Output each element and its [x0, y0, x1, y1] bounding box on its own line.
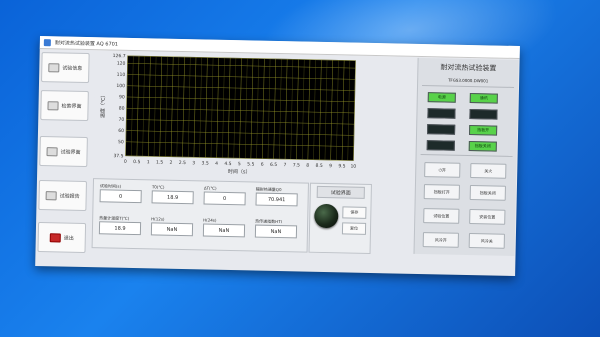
gear-icon	[46, 146, 58, 156]
start-stop-button[interactable]	[314, 203, 339, 229]
field-value: NaN	[202, 223, 246, 238]
install-position-button[interactable]: 安装位置	[469, 209, 506, 225]
test-screen-label: 试验界面	[60, 148, 81, 156]
x-tick-label: 4.5	[224, 161, 231, 167]
x-axis-label: 时间（s）	[228, 168, 251, 175]
x-tick-label: 9	[329, 163, 332, 169]
field-value: 0	[99, 189, 142, 204]
x-tick-label: 5	[238, 161, 241, 167]
test-info-button[interactable]: 试验信息	[41, 52, 90, 84]
x-tick-label: 7	[283, 162, 286, 168]
indicator-shutter-closed: 挡板关闭	[468, 141, 497, 152]
x-tick-label: 3	[192, 160, 195, 166]
cooling-off-button[interactable]: 风冷关	[468, 233, 505, 249]
test-screen-button[interactable]: 试验界面	[39, 136, 88, 168]
search-icon	[47, 100, 59, 110]
test-position-button[interactable]: 试验位置	[423, 208, 460, 224]
indicator-comm: 通讯	[469, 93, 498, 104]
shutter-close-button[interactable]: 挡板关闭	[469, 185, 506, 201]
x-tick-label: 3.5	[202, 160, 209, 166]
indicator-5	[427, 124, 456, 135]
y-tick-label: 37.5	[113, 153, 123, 159]
y-tick-label: 110	[117, 72, 126, 78]
ignite-button[interactable]: ⏻ 开	[424, 162, 461, 178]
x-tick-label: 5.5	[247, 161, 254, 167]
field-value: 0	[203, 191, 246, 206]
shutter-open-button[interactable]: 挡板打开	[423, 184, 460, 200]
app-icon	[43, 38, 51, 46]
x-tick-label: 8	[306, 163, 309, 169]
y-tick-label: 126.7	[113, 53, 126, 59]
field-value: 70.941	[255, 192, 298, 207]
field-q0: 辐射热通量Q0 70.941	[255, 187, 299, 207]
x-tick-label: 1.5	[156, 159, 163, 165]
x-tick-label: 2	[169, 160, 172, 166]
x-tick-label: 6	[261, 162, 264, 168]
y-tick-label: 100	[116, 83, 125, 89]
indicator-3	[427, 108, 456, 119]
printer-icon	[45, 190, 57, 200]
x-tick-label: 4	[215, 161, 218, 167]
data-panel: 试验时间(s) 0 T0(℃) 18.9 ΔT(℃) 0 辐射热通量Q0 70.…	[91, 178, 309, 253]
app-window: 耐对流热试验装置 AQ 6701 试验信息 检索界面 试验界面 试验报告 退出 …	[35, 36, 520, 277]
y-axis-label: 温度（℃）	[99, 92, 107, 118]
divider	[420, 153, 513, 157]
window-title: 耐对流热试验装置 AQ 6701	[54, 39, 119, 48]
y-tick-label: 60	[118, 128, 124, 134]
x-tick-label: 9.5	[338, 163, 345, 169]
x-tick-label: 0.5	[133, 159, 140, 165]
field-delta-t: ΔT(℃) 0	[203, 185, 248, 206]
x-tick-label: 10	[350, 164, 356, 170]
field-h24: H(24s) NaN	[202, 217, 247, 238]
ignite-label: 开	[441, 166, 446, 173]
save-button[interactable]: 保存	[342, 206, 367, 219]
x-tick-label: 6.5	[270, 162, 277, 168]
indicator-power: 电源	[427, 92, 456, 103]
device-panel: 耐对流热试验装置 TFGS3.0000.DW001 电源 通讯 挡板开 挡板关闭…	[413, 57, 519, 256]
field-value: 18.9	[98, 221, 142, 236]
control-panel-title: 试验界面	[316, 185, 365, 199]
temperature-chart: 0 0.5 1 1.5 2 2.5 3 3.5 4 4.5 5 5.5 6 6.5 7 7.5 8 8.5 9 9.5…	[93, 51, 364, 181]
x-tick-label: 8.5	[315, 163, 322, 169]
field-value: NaN	[150, 222, 194, 237]
document-icon	[48, 62, 60, 72]
x-tick-label: 0	[124, 159, 127, 165]
exit-icon	[49, 232, 61, 242]
exit-button[interactable]: 退出	[37, 222, 87, 253]
field-test-time: 试验时间(s) 0	[99, 183, 144, 204]
test-info-label: 试验信息	[62, 64, 83, 72]
left-nav: 试验信息 检索界面 试验界面 试验报告 退出	[37, 50, 92, 253]
divider	[422, 85, 515, 88]
y-tick-label: 90	[119, 94, 125, 100]
indicator-7	[426, 140, 455, 151]
device-model: TFGS3.0000.DW001	[447, 77, 489, 83]
y-tick-label: 70	[118, 117, 124, 123]
x-tick-label: 7.5	[293, 162, 300, 168]
search-label: 检索界面	[61, 102, 82, 110]
report-label: 试验报告	[59, 192, 80, 200]
reset-button[interactable]: 复位	[341, 222, 367, 235]
extinguish-button[interactable]: 关火	[470, 163, 507, 179]
search-button[interactable]: 检索界面	[40, 90, 89, 122]
field-t0: T0(℃) 18.9	[151, 184, 196, 205]
report-button[interactable]: 试验报告	[38, 180, 87, 212]
indicator-4	[469, 109, 498, 120]
field-hti: 热传递指数HTI NaN	[254, 219, 299, 239]
x-tick-label: 2.5	[179, 160, 186, 166]
device-title: 耐对流热试验装置	[440, 63, 497, 73]
field-value: 18.9	[151, 190, 194, 205]
chart-svg: 0 0.5 1 1.5 2 2.5 3 3.5 4 4.5 5 5.5 6 6.5 7 7.5 8 8.5 9 9.5…	[99, 53, 356, 175]
cooling-on-button[interactable]: 风冷开	[422, 232, 459, 248]
field-calorimeter-temp: 热量计温度T(℃) 18.9	[98, 215, 143, 236]
y-tick-label: 80	[119, 106, 125, 112]
control-panel: 试验界面 保存 复位	[308, 182, 372, 254]
field-value: NaN	[254, 224, 298, 239]
y-tick-label: 120	[117, 61, 126, 67]
x-tick-label: 1	[147, 159, 150, 165]
indicator-shutter-open: 挡板开	[469, 125, 498, 136]
field-h12: H(12s) NaN	[150, 216, 195, 237]
y-tick-label: 50	[118, 139, 124, 145]
exit-label: 退出	[63, 235, 74, 242]
